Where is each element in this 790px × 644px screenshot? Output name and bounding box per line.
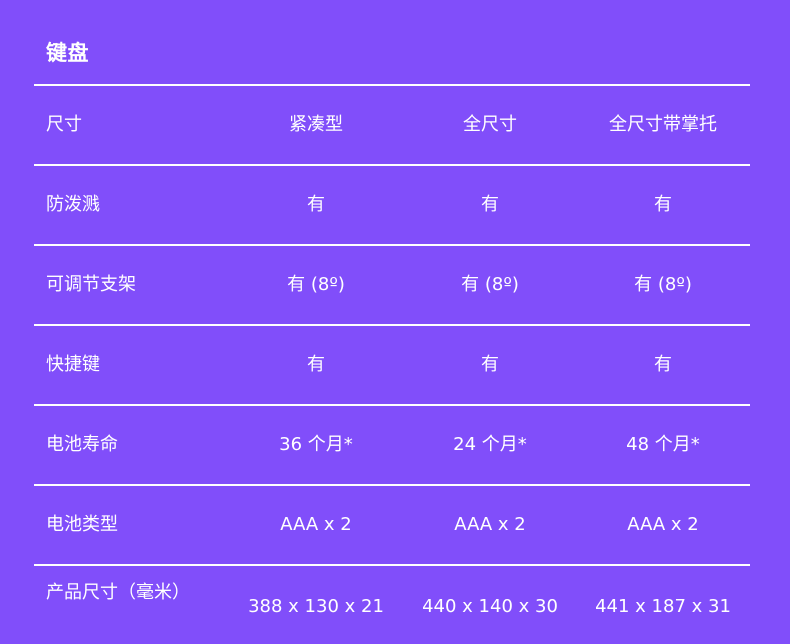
cell-compact: 紧凑型 (289, 114, 343, 135)
cell-compact: 36 个月* (279, 434, 353, 455)
cell-full-size: 440 x 140 x 30 (422, 596, 558, 617)
spec-row-size: 尺寸 紧凑型 全尺寸 全尺寸带掌托 (34, 84, 750, 164)
cell-full-size: 全尺寸 (463, 114, 517, 135)
spec-table: 尺寸 紧凑型 全尺寸 全尺寸带掌托 防泼溅 有 有 有 可调节支架 有 (8º)… (34, 84, 750, 644)
cell-full-size: 有 (481, 354, 499, 375)
spec-row-battery-life: 电池寿命 36 个月* 24 个月* 48 个月* (34, 404, 750, 484)
row-label: 尺寸 (46, 114, 82, 135)
cell-full-size: 有 (481, 194, 499, 215)
cell-full-size-palm-rest: 有 (8º) (634, 274, 692, 295)
cell-compact: 388 x 130 x 21 (248, 596, 384, 617)
cell-compact: 有 (8º) (287, 274, 345, 295)
row-label: 电池寿命 (46, 434, 118, 455)
row-label: 可调节支架 (46, 274, 136, 295)
spec-row-battery-type: 电池类型 AAA x 2 AAA x 2 AAA x 2 (34, 484, 750, 564)
spec-row-dimensions: 产品尺寸（毫米） 388 x 130 x 21 440 x 140 x 30 4… (34, 564, 750, 644)
cell-full-size: 24 个月* (453, 434, 527, 455)
cell-compact: 有 (307, 354, 325, 375)
cell-full-size: AAA x 2 (454, 514, 526, 535)
section-title: 键盘 (46, 41, 89, 65)
cell-full-size-palm-rest: AAA x 2 (627, 514, 699, 535)
row-label: 快捷键 (46, 354, 100, 375)
cell-full-size-palm-rest: 441 x 187 x 31 (595, 596, 731, 617)
row-label: 防泼溅 (46, 194, 100, 215)
cell-compact: 有 (307, 194, 325, 215)
row-label: 产品尺寸（毫米） (46, 582, 190, 603)
cell-full-size: 有 (8º) (461, 274, 519, 295)
row-label: 电池类型 (46, 514, 118, 535)
cell-full-size-palm-rest: 48 个月* (626, 434, 700, 455)
spec-row-shortcut-keys: 快捷键 有 有 有 (34, 324, 750, 404)
spec-row-spill-resistant: 防泼溅 有 有 有 (34, 164, 750, 244)
cell-full-size-palm-rest: 有 (654, 194, 672, 215)
spec-row-adjustable-tilt: 可调节支架 有 (8º) 有 (8º) 有 (8º) (34, 244, 750, 324)
cell-full-size-palm-rest: 有 (654, 354, 672, 375)
cell-full-size-palm-rest: 全尺寸带掌托 (609, 114, 717, 135)
cell-compact: AAA x 2 (280, 514, 352, 535)
